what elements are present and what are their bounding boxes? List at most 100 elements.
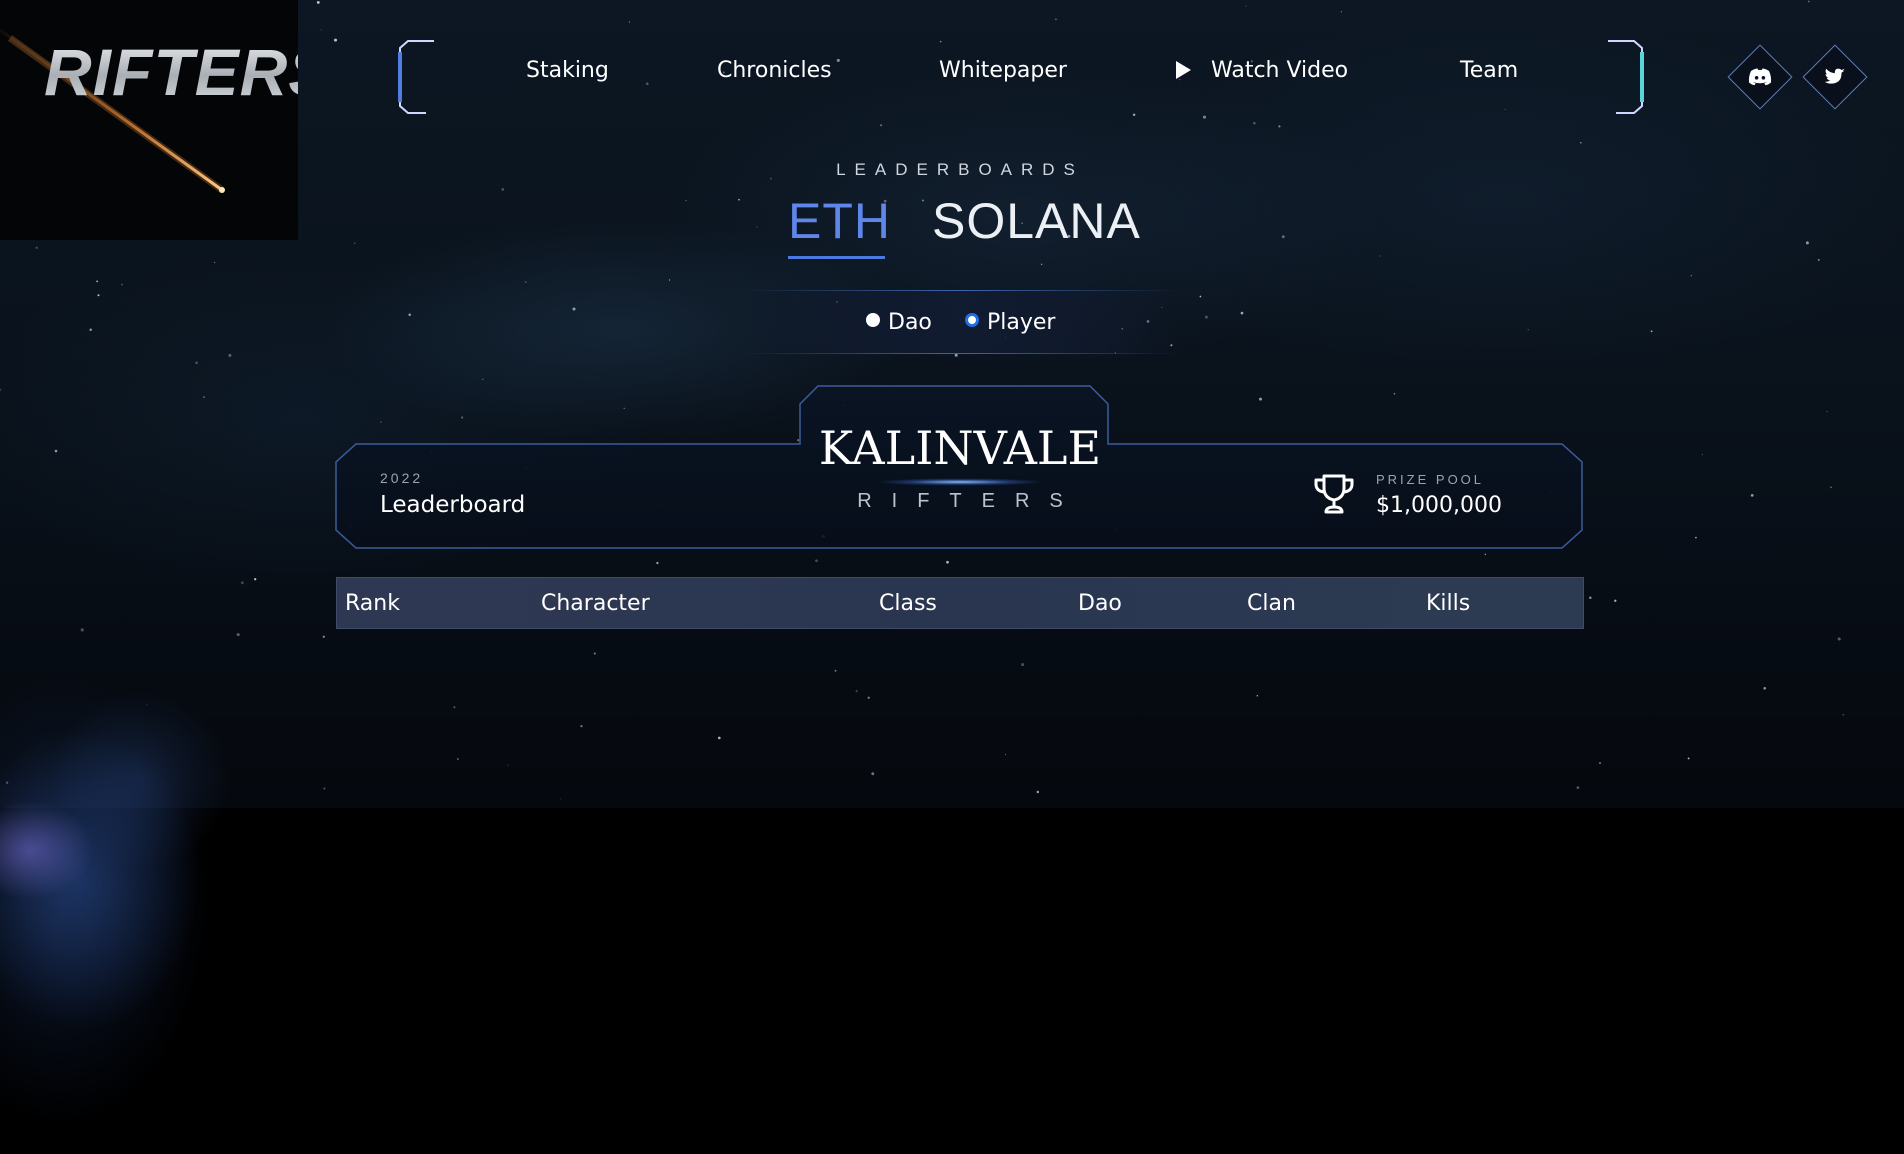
star xyxy=(1379,255,1381,257)
star xyxy=(1807,0,1810,3)
tab-solana[interactable]: SOLANA xyxy=(932,192,1141,250)
star xyxy=(333,38,338,42)
nav-team[interactable]: Team xyxy=(1460,58,1518,83)
star xyxy=(1240,311,1244,315)
star xyxy=(1340,11,1343,13)
star xyxy=(1036,790,1040,794)
column-header-rank[interactable]: Rank xyxy=(345,591,400,616)
star xyxy=(738,198,740,201)
star xyxy=(1004,753,1007,756)
nav-whitepaper[interactable]: Whitepaper xyxy=(939,58,1067,83)
nav-watch-video[interactable]: Watch Video xyxy=(1176,58,1348,83)
star xyxy=(954,353,958,357)
star xyxy=(1278,125,1281,128)
tab-eth[interactable]: ETH xyxy=(788,192,891,250)
nav-bracket-left xyxy=(398,40,434,114)
star xyxy=(213,261,216,264)
star xyxy=(0,388,2,391)
radio-player[interactable]: Player xyxy=(965,310,1055,335)
star xyxy=(408,313,411,317)
star xyxy=(195,361,198,365)
column-header-kills[interactable]: Kills xyxy=(1426,591,1470,616)
column-header-class[interactable]: Class xyxy=(879,591,937,616)
star xyxy=(1687,757,1690,760)
star xyxy=(1055,18,1057,21)
tab-eth-active-indicator xyxy=(788,256,885,259)
toggle-bottom-line xyxy=(740,353,1180,354)
star xyxy=(717,736,721,740)
site-logo[interactable]: RIFTERS xyxy=(0,0,298,240)
star xyxy=(880,124,883,127)
column-header-dao[interactable]: Dao xyxy=(1078,591,1122,616)
star xyxy=(524,281,527,283)
prize-pool-value: $1,000,000 xyxy=(1376,493,1502,518)
star xyxy=(322,635,325,638)
star xyxy=(669,279,671,281)
column-header-character[interactable]: Character xyxy=(541,591,650,616)
star xyxy=(1837,637,1841,641)
star xyxy=(1805,241,1809,245)
column-header-clan[interactable]: Clan xyxy=(1247,591,1296,616)
star xyxy=(320,29,322,31)
star xyxy=(1695,536,1697,539)
star xyxy=(1576,786,1580,789)
star xyxy=(482,378,484,380)
game-logo-sub-text: RIFTERS xyxy=(857,490,1083,512)
star xyxy=(1650,330,1653,333)
page: RIFTERS Staking Chronicles Whitepaper Wa… xyxy=(0,0,1904,1154)
star xyxy=(867,696,870,699)
star xyxy=(1826,411,1828,413)
star xyxy=(855,690,858,693)
star xyxy=(80,628,84,632)
star xyxy=(228,353,232,357)
star xyxy=(815,559,818,563)
toggle-top-line xyxy=(740,290,1180,291)
star xyxy=(756,226,758,228)
discord-icon xyxy=(1748,68,1772,86)
twitter-icon xyxy=(1824,68,1845,84)
nav-chronicles[interactable]: Chronicles xyxy=(717,58,832,83)
star xyxy=(1199,295,1202,298)
radio-dao-indicator[interactable] xyxy=(866,313,880,327)
star xyxy=(236,633,240,637)
star xyxy=(1527,329,1529,331)
star xyxy=(560,798,562,800)
star xyxy=(35,246,38,249)
radio-player-indicator[interactable] xyxy=(965,313,979,327)
play-icon xyxy=(1176,61,1191,79)
star xyxy=(946,560,949,564)
nav-staking[interactable]: Staking xyxy=(526,58,609,83)
star xyxy=(316,0,320,4)
star xyxy=(1599,762,1601,765)
leaderboards-heading: LEADERBOARDS xyxy=(836,160,1084,179)
star xyxy=(1021,663,1025,667)
radio-player-label: Player xyxy=(987,310,1056,335)
star xyxy=(834,669,837,672)
star xyxy=(254,578,257,581)
star xyxy=(1690,274,1693,277)
star xyxy=(1589,596,1592,599)
main-nav: Staking Chronicles Whitepaper Watch Vide… xyxy=(394,38,1648,120)
star xyxy=(1614,599,1617,602)
star xyxy=(121,283,123,286)
leaderboard-title: Leaderboard xyxy=(380,492,526,518)
star xyxy=(1763,686,1767,690)
leaderboard-type-toggle: Dao Player xyxy=(740,290,1180,354)
star xyxy=(922,199,924,202)
star xyxy=(453,706,456,709)
prize-pool-label: PRIZE POOL xyxy=(1376,472,1485,487)
star xyxy=(97,294,100,297)
star xyxy=(354,242,356,244)
star xyxy=(202,396,205,399)
star xyxy=(54,449,58,453)
leaderboard-year: 2022 xyxy=(380,470,424,486)
game-logo-main-text: KALINVALE xyxy=(818,421,1102,475)
star xyxy=(457,758,459,760)
star xyxy=(1253,122,1256,125)
nav-bracket-right xyxy=(1608,40,1644,114)
nebula-decoration xyxy=(0,640,340,1154)
star xyxy=(656,561,659,565)
kalinvale-rifters-logo: KALINVALE RIFTERS xyxy=(800,420,1120,513)
star xyxy=(1245,5,1247,7)
radio-dao[interactable]: Dao xyxy=(866,310,932,335)
